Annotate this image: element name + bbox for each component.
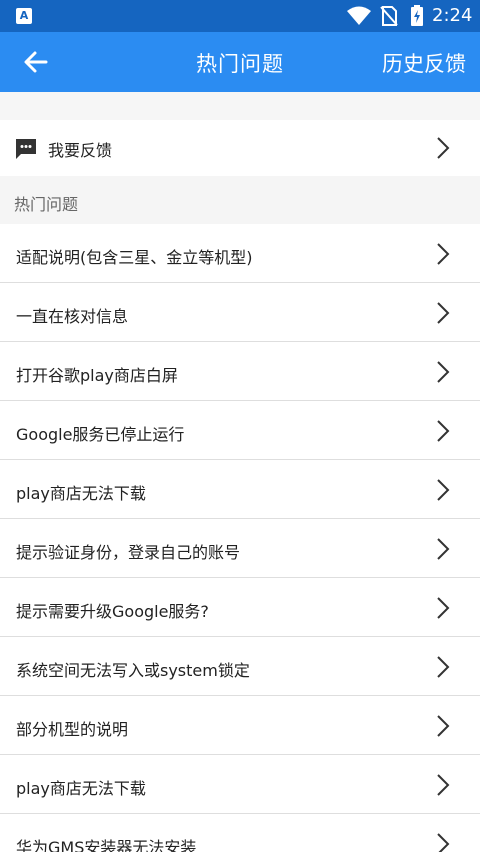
status-bar: A 2:24 [0, 0, 480, 32]
question-label: play商店无法下载 [16, 484, 146, 503]
no-sim-icon [380, 6, 398, 30]
chevron-right-icon [436, 242, 450, 266]
question-item[interactable]: 打开谷歌play商店白屏 [0, 342, 480, 401]
chevron-right-icon [436, 714, 450, 738]
feedback-row[interactable]: 我要反馈 [0, 120, 480, 176]
feedback-label: 我要反馈 [48, 141, 113, 160]
chevron-right-icon [436, 136, 450, 160]
chevron-right-icon [436, 419, 450, 443]
question-label: Google服务已停止运行 [16, 425, 185, 444]
question-item[interactable]: 系统空间无法写入或system锁定 [0, 637, 480, 696]
section-header: 热门问题 [0, 176, 480, 224]
chevron-right-icon [436, 360, 450, 384]
clock: 2:24 [432, 5, 473, 26]
question-label: 系统空间无法写入或system锁定 [16, 661, 250, 680]
chevron-right-icon [436, 596, 450, 620]
question-label: 适配说明(包含三星、金立等机型) [16, 248, 253, 267]
app-notification-icon: A [16, 8, 32, 24]
section-title: 热门问题 [14, 195, 79, 214]
question-item[interactable]: 提示验证身份，登录自己的账号 [0, 519, 480, 578]
battery-icon [410, 5, 424, 31]
app-bar: 热门问题 历史反馈 [0, 32, 480, 92]
wifi-icon [346, 6, 372, 30]
question-label: play商店无法下载 [16, 779, 146, 798]
question-list: 适配说明(包含三星、金立等机型) 一直在核对信息打开谷歌play商店白屏 Googl… [0, 224, 480, 852]
question-item[interactable]: play商店无法下载 [0, 755, 480, 814]
question-label: 一直在核对信息 [16, 307, 129, 326]
message-icon [14, 137, 38, 165]
chevron-right-icon [436, 478, 450, 502]
question-item[interactable]: 适配说明(包含三星、金立等机型) [0, 224, 480, 283]
chevron-right-icon [436, 537, 450, 561]
history-feedback-button[interactable]: 历史反馈 [382, 48, 466, 78]
question-item[interactable]: 华为GMS安装器无法安装 [0, 814, 480, 852]
question-label: 部分机型的说明 [16, 720, 129, 739]
question-item[interactable]: 部分机型的说明 [0, 696, 480, 755]
question-item[interactable]: 提示需要升级Google服务? [0, 578, 480, 637]
question-label: 提示需要升级Google服务? [16, 602, 209, 621]
chevron-right-icon [436, 301, 450, 325]
question-item[interactable]: 一直在核对信息 [0, 283, 480, 342]
question-item[interactable]: Google服务已停止运行 [0, 401, 480, 460]
chevron-right-icon [436, 655, 450, 679]
question-label: 华为GMS安装器无法安装 [16, 838, 197, 852]
question-label: 提示验证身份，登录自己的账号 [16, 543, 241, 562]
chevron-right-icon [436, 832, 450, 852]
chevron-right-icon [436, 773, 450, 797]
question-label: 打开谷歌play商店白屏 [16, 366, 178, 385]
question-item[interactable]: play商店无法下载 [0, 460, 480, 519]
